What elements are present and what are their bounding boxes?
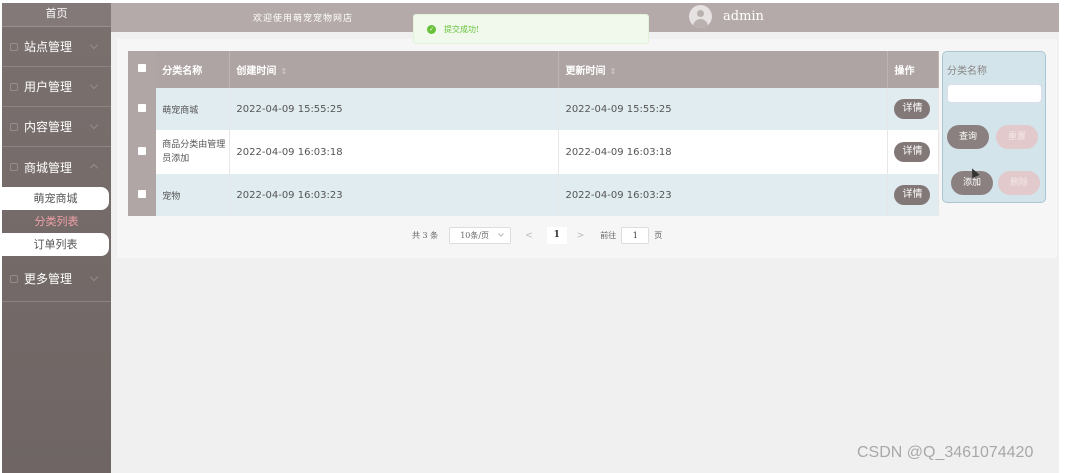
- sort-icon[interactable]: ⇕: [280, 67, 287, 76]
- chevron-down-icon: [89, 80, 99, 90]
- sidebar-group-more[interactable]: 更多管理: [2, 256, 111, 302]
- detail-button[interactable]: 详情: [894, 185, 931, 205]
- category-table: 分类名称 创建时间 ⇕ 更新时间 ⇕ 操作 萌宠商城 2022-04-09 15:5…: [128, 51, 939, 216]
- search-panel: 分类名称 查询 重置 添加 删除: [942, 51, 1046, 203]
- prev-page-button[interactable]: <: [525, 231, 533, 241]
- more-icon: [10, 274, 18, 283]
- watermark: CSDN @Q_3461074420: [857, 444, 1034, 461]
- sidebar-group-label: 更多管理: [24, 272, 73, 286]
- chevron-down-icon: [498, 231, 505, 237]
- sidebar-home[interactable]: 首页: [2, 3, 111, 27]
- sidebar-item-category-list[interactable]: 分类列表: [2, 210, 111, 233]
- content-icon: [10, 122, 18, 131]
- row-checkbox-cell: [128, 130, 157, 174]
- sidebar: 首页 站点管理 用户管理 内容管理 商城管理 萌宠商城 分类列表 订单列表 更多…: [2, 3, 111, 473]
- column-label: 更新时间: [565, 66, 606, 77]
- row-checkbox[interactable]: [138, 103, 147, 112]
- current-page[interactable]: 1: [546, 227, 567, 244]
- cell-updated: 2022-04-09 15:55:25: [558, 88, 889, 130]
- page-word: 页: [654, 231, 663, 240]
- pagination-total: 共 3 条: [412, 231, 439, 240]
- chevron-down-icon: [89, 272, 99, 282]
- cell-created: 2022-04-09 16:03:23: [229, 174, 560, 216]
- detail-button[interactable]: 详情: [894, 99, 931, 119]
- goto-label: 前往: [600, 231, 617, 240]
- cell-updated: 2022-04-09 16:03:18: [558, 130, 889, 174]
- table-row: 宠物 2022-04-09 16:03:23 2022-04-09 16:03:…: [128, 174, 939, 216]
- avatar-head: [697, 10, 704, 17]
- avatar[interactable]: [689, 5, 712, 28]
- sidebar-group-label: 内容管理: [24, 120, 73, 134]
- column-header-action: 操作: [887, 51, 939, 88]
- pagination: 共 3 条 10条/页 < 1 > 前往 1 页: [412, 227, 662, 244]
- success-toast: ✓ 提交成功!: [413, 14, 649, 44]
- cell-name: 萌宠商城: [156, 88, 231, 130]
- row-checkbox-cell: [128, 174, 157, 216]
- column-label: 分类名称: [162, 66, 203, 77]
- cell-name: 宠物: [156, 174, 231, 216]
- sidebar-group-label: 站点管理: [24, 40, 73, 54]
- sidebar-group-user[interactable]: 用户管理: [2, 67, 111, 107]
- site-icon: [10, 42, 18, 51]
- cell-action: 详情: [887, 174, 939, 216]
- cell-action: 详情: [887, 88, 939, 130]
- column-header-updated[interactable]: 更新时间 ⇕: [558, 51, 889, 88]
- chevron-down-icon: [89, 40, 99, 50]
- sort-icon[interactable]: ⇕: [609, 67, 616, 76]
- sidebar-group-site[interactable]: 站点管理: [2, 27, 111, 67]
- table-header-row: 分类名称 创建时间 ⇕ 更新时间 ⇕ 操作: [128, 51, 939, 88]
- column-label: 创建时间: [236, 66, 277, 77]
- cell-created: 2022-04-09 15:55:25: [229, 88, 560, 130]
- page-size-select[interactable]: 10条/页: [449, 227, 512, 244]
- user-icon: [10, 82, 18, 91]
- sidebar-item-order-list[interactable]: 订单列表: [2, 233, 109, 256]
- next-page-button[interactable]: >: [577, 231, 585, 241]
- row-checkbox[interactable]: [138, 189, 147, 198]
- column-header-created[interactable]: 创建时间 ⇕: [229, 51, 560, 88]
- cell-updated: 2022-04-09 16:03:23: [558, 174, 889, 216]
- shop-icon: [10, 163, 18, 171]
- reset-button[interactable]: 重置: [996, 125, 1038, 149]
- username[interactable]: admin: [723, 9, 764, 24]
- welcome-text: 欢迎使用萌宠宠物网店: [253, 14, 354, 24]
- sidebar-group-label: 商城管理: [24, 160, 73, 175]
- row-checkbox[interactable]: [138, 146, 147, 155]
- row-checkbox-cell: [128, 88, 157, 130]
- query-button[interactable]: 查询: [947, 125, 989, 149]
- success-check-icon: ✓: [427, 24, 436, 34]
- sidebar-group-content[interactable]: 内容管理: [2, 107, 111, 147]
- column-label: 操作: [894, 66, 915, 77]
- chevron-down-icon: [89, 120, 99, 130]
- select-all-checkbox[interactable]: [138, 64, 147, 72]
- goto-input[interactable]: 1: [621, 227, 650, 244]
- column-header-name: 分类名称: [156, 51, 231, 88]
- table-row: 萌宠商城 2022-04-09 15:55:25 2022-04-09 15:5…: [128, 88, 939, 130]
- search-label: 分类名称: [947, 66, 987, 77]
- select-all-cell: [128, 51, 157, 88]
- delete-button[interactable]: 删除: [998, 171, 1040, 195]
- sidebar-group-shop[interactable]: 商城管理: [2, 147, 111, 187]
- cell-created: 2022-04-09 16:03:18: [229, 130, 560, 174]
- cell-name: 商品分类由管理员添加: [156, 130, 231, 174]
- cell-action: 详情: [887, 130, 939, 174]
- search-input[interactable]: [947, 84, 1042, 103]
- page-size-value: 10条/页: [460, 231, 490, 240]
- detail-button[interactable]: 详情: [894, 142, 931, 162]
- chevron-up-icon: [89, 163, 99, 173]
- toast-message: 提交成功!: [444, 24, 480, 34]
- sidebar-group-label: 用户管理: [24, 80, 73, 94]
- avatar-body: [693, 19, 708, 28]
- sidebar-item-pet-shop[interactable]: 萌宠商城: [2, 187, 109, 210]
- table-row: 商品分类由管理员添加 2022-04-09 16:03:18 2022-04-0…: [128, 130, 939, 174]
